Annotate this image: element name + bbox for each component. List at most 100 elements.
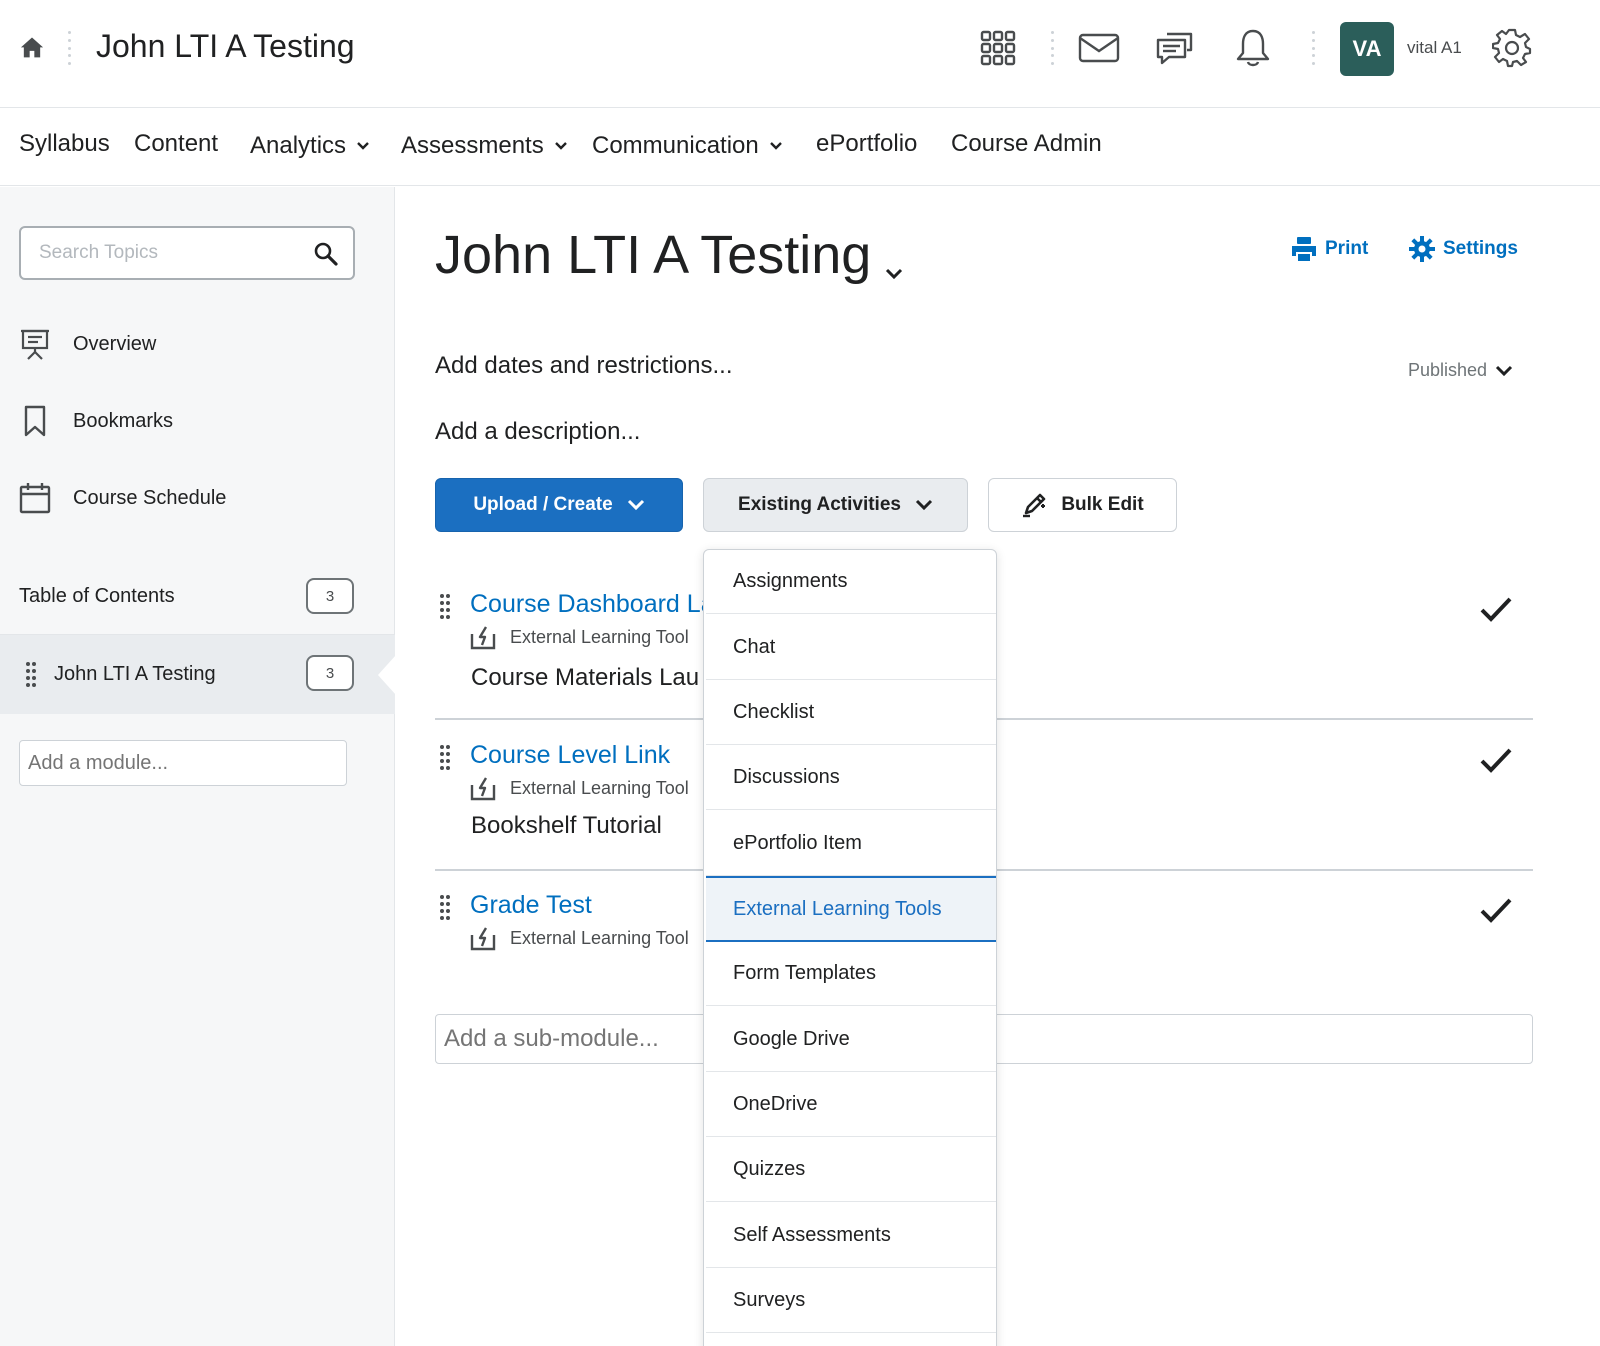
add-module-input[interactable] xyxy=(19,740,347,786)
topic-type-label: External Learning Tool xyxy=(510,626,689,647)
home-icon[interactable] xyxy=(18,34,46,62)
menu-item-quizzes[interactable]: Quizzes xyxy=(706,1138,996,1202)
avatar[interactable]: VA xyxy=(1340,22,1394,76)
topic-type-label: External Learning Tool xyxy=(510,777,689,798)
drag-handle-icon[interactable] xyxy=(26,661,36,687)
status-label: Published xyxy=(1408,360,1488,380)
sidebar-item-overview[interactable]: Overview xyxy=(19,324,156,364)
topic-title-link[interactable]: Course Dashboard La xyxy=(470,590,715,619)
existing-activities-menu: Assignments Chat Checklist Discussions e… xyxy=(703,549,997,1346)
existing-activities-label: Existing Activities xyxy=(738,494,901,515)
chevron-down-icon xyxy=(915,499,933,511)
nav-analytics[interactable]: Analytics xyxy=(250,132,370,160)
sidebar-item-overview-label: Overview xyxy=(73,332,157,355)
print-button[interactable]: Print xyxy=(1291,236,1368,262)
drag-handle-icon[interactable] xyxy=(440,593,450,619)
chevron-down-icon xyxy=(769,142,782,150)
topic-title-link[interactable]: Course Level Link xyxy=(470,741,670,770)
topic-type: External Learning Tool xyxy=(470,624,689,650)
chevron-down-icon xyxy=(627,499,644,511)
sidebar-item-course-schedule[interactable]: Course Schedule xyxy=(19,478,226,518)
sidebar-item-bookmarks[interactable]: Bookmarks xyxy=(19,401,173,441)
presentation-icon xyxy=(19,328,51,360)
user-name[interactable]: vital A1 xyxy=(1407,38,1462,58)
selection-notch xyxy=(378,655,396,695)
menu-item-form-templates[interactable]: Form Templates xyxy=(706,942,996,1006)
external-tool-icon xyxy=(470,626,496,650)
separator xyxy=(1050,31,1054,65)
nav-eportfolio[interactable]: ePortfolio xyxy=(816,130,917,158)
search-input[interactable] xyxy=(39,240,299,266)
settings-label: Settings xyxy=(1443,238,1518,259)
topic-description: Bookshelf Tutorial xyxy=(471,812,662,839)
top-header: John LTI A Testing VA vital A1 xyxy=(0,0,1600,108)
separator xyxy=(1311,31,1315,65)
add-description-link[interactable]: Add a description... xyxy=(435,418,640,446)
menu-item-surveys[interactable]: Surveys xyxy=(706,1269,996,1333)
sidebar-module-name: John LTI A Testing xyxy=(54,663,216,685)
status-dropdown[interactable]: Published xyxy=(1408,360,1513,381)
nav-course-admin[interactable]: Course Admin xyxy=(951,130,1102,158)
topic-description: Course Materials Lau xyxy=(471,664,700,691)
add-dates-link[interactable]: Add dates and restrictions... xyxy=(435,352,733,380)
bell-icon[interactable] xyxy=(1233,28,1273,68)
gear-icon xyxy=(1409,236,1435,262)
existing-activities-button[interactable]: Existing Activities xyxy=(703,478,968,532)
drag-handle-icon[interactable] xyxy=(440,744,450,770)
topic-title-link[interactable]: Grade Test xyxy=(470,891,592,920)
bulk-edit-button[interactable]: Bulk Edit xyxy=(988,478,1177,532)
chevron-down-icon[interactable] xyxy=(883,262,905,284)
nav-assessments-label: Assessments xyxy=(401,132,544,159)
topic-type: External Learning Tool xyxy=(470,925,689,951)
external-tool-icon xyxy=(470,777,496,801)
waffle-grid-icon[interactable] xyxy=(978,28,1018,68)
search-icon[interactable] xyxy=(313,241,339,267)
check-icon xyxy=(1480,898,1512,923)
search-box xyxy=(19,226,355,280)
check-icon xyxy=(1480,748,1512,773)
sidebar: Overview Bookmarks Course Schedule Table… xyxy=(0,187,396,1346)
drag-handle-icon[interactable] xyxy=(440,894,450,920)
nav-content[interactable]: Content xyxy=(134,130,218,158)
settings-button[interactable]: Settings xyxy=(1409,236,1518,262)
nav-communication-label: Communication xyxy=(592,132,759,159)
menu-item-google-drive[interactable]: Google Drive xyxy=(706,1008,996,1072)
mail-icon[interactable] xyxy=(1077,28,1121,68)
nav-syllabus[interactable]: Syllabus xyxy=(19,130,110,158)
upload-create-button[interactable]: Upload / Create xyxy=(435,478,683,532)
check-icon xyxy=(1480,597,1512,622)
course-title-header[interactable]: John LTI A Testing xyxy=(96,28,355,65)
gear-icon[interactable] xyxy=(1492,28,1532,68)
nav-communication[interactable]: Communication xyxy=(592,132,783,160)
menu-item-chat[interactable]: Chat xyxy=(706,616,996,680)
sidebar-item-bookmarks-label: Bookmarks xyxy=(73,409,174,432)
menu-item-onedrive[interactable]: OneDrive xyxy=(706,1073,996,1137)
separator xyxy=(67,31,71,65)
menu-item-external-learning-tools[interactable]: External Learning Tools xyxy=(706,876,996,942)
topic-type-label: External Learning Tool xyxy=(510,927,689,948)
nav-content-label: Content xyxy=(134,130,219,157)
page-title: John LTI A Testing xyxy=(435,225,872,285)
sidebar-item-course-schedule-label: Course Schedule xyxy=(73,486,227,509)
table-of-contents-label[interactable]: Table of Contents xyxy=(19,585,175,608)
menu-item-assignments[interactable]: Assignments xyxy=(706,550,996,614)
menu-item-eportfolio-item[interactable]: ePortfolio Item xyxy=(706,812,996,876)
menu-item-checklist[interactable]: Checklist xyxy=(706,681,996,745)
chevron-down-icon xyxy=(554,142,567,150)
chat-bubbles-icon[interactable] xyxy=(1155,28,1195,68)
bookmark-icon xyxy=(19,405,51,437)
menu-item-self-assessments[interactable]: Self Assessments xyxy=(706,1204,996,1268)
nav-assessments[interactable]: Assessments xyxy=(401,132,568,160)
bulk-edit-label: Bulk Edit xyxy=(1061,494,1144,515)
topic-type: External Learning Tool xyxy=(470,775,689,801)
chevron-down-icon xyxy=(357,142,369,150)
menu-item-discussions[interactable]: Discussions xyxy=(706,746,996,810)
pencil-edit-icon xyxy=(1023,493,1046,518)
module-count-badge: 3 xyxy=(306,655,354,691)
external-tool-icon xyxy=(470,927,496,951)
sidebar-module-item[interactable]: John LTI A Testing 3 xyxy=(0,634,396,714)
course-navbar: Syllabus Content Analytics Assessments C… xyxy=(0,108,1600,186)
toc-count-badge: 3 xyxy=(306,578,354,614)
calendar-icon xyxy=(19,482,51,514)
upload-create-label: Upload / Create xyxy=(473,494,613,515)
